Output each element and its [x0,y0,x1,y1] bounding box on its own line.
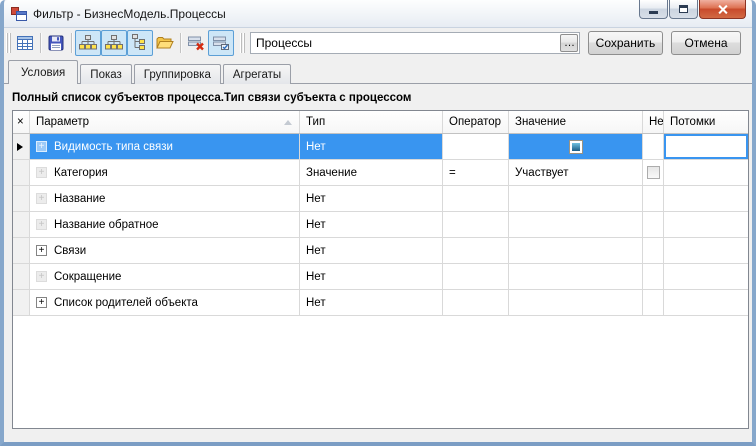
apply-filter-icon [212,34,230,52]
toolbar-separator [37,32,44,54]
current-row-indicator [13,134,30,159]
grid-view-icon [16,34,34,52]
row-indicator [13,264,30,289]
column-header-value[interactable]: Значение [509,111,643,133]
row-arrow-icon [17,143,23,151]
maximize-button[interactable] [669,0,698,19]
expand-plus-icon[interactable] [36,245,47,256]
hierarchy-flat-button[interactable] [75,30,101,56]
expand-plus-icon[interactable] [36,297,47,308]
table-row[interactable]: Сокращение Нет [13,264,748,290]
column-header-not[interactable]: Не [643,111,664,133]
not-checkbox-unchecked[interactable] [647,166,660,179]
hierarchy-tree-icon [105,34,123,52]
save-button[interactable]: Сохранить [588,31,663,55]
filter-grid: × Параметр Тип Оператор Значение Не Пото… [12,110,749,429]
open-filter-button[interactable] [153,31,177,55]
table-row[interactable]: Список родителей объекта Нет [13,290,748,316]
column-header-indicator[interactable]: × [13,111,30,133]
toolbar-separator [177,32,184,54]
client-area: Процессы … Сохранить Отмена Условия Пока… [4,28,752,442]
titlebar[interactable]: Фильтр - БизнесМодель.Процессы [4,0,752,28]
ellipsis-button[interactable]: … [560,34,578,52]
expand-icon [36,141,47,152]
toolbar: Процессы … Сохранить Отмена [4,28,752,58]
save-filter-button[interactable] [44,31,68,55]
hierarchy-tree-button[interactable] [101,30,127,56]
row-indicator [13,186,30,211]
hierarchy-vertical-button[interactable] [127,30,153,56]
value-checkbox-checked[interactable] [569,140,583,154]
row-indicator [13,212,30,237]
column-header-parameter[interactable]: Параметр [30,111,300,133]
table-row[interactable]: Название Нет [13,186,748,212]
save-icon [47,34,65,52]
column-header-descendants[interactable]: Потомки [664,111,748,133]
filter-dialog-window: Фильтр - БизнесМодель.Процессы [0,0,756,446]
expand-icon [36,219,47,230]
column-header-operator[interactable]: Оператор [443,111,509,133]
minimize-icon [649,11,658,14]
column-header-type[interactable]: Тип [300,111,443,133]
expand-icon [36,271,47,282]
clear-filter-icon [187,34,205,52]
row-indicator [13,160,30,185]
tab-aggregates[interactable]: Агрегаты [223,64,291,84]
table-row[interactable]: Связи Нет [13,238,748,264]
open-folder-icon [156,34,174,52]
tab-grouping[interactable]: Группировка [134,64,221,84]
toolbar-grip [240,33,245,53]
table-row[interactable]: Категория Значение = Участвует [13,160,748,186]
row-indicator [13,290,30,315]
expand-icon [36,193,47,204]
cancel-button[interactable]: Отмена [671,31,741,55]
filter-name-field[interactable]: Процессы … [250,32,580,54]
table-row[interactable]: Видимость типа связи Нет [13,134,748,160]
minimize-button[interactable] [639,0,668,19]
filter-name-value: Процессы [256,36,560,50]
window-controls [638,0,746,19]
close-button[interactable] [699,0,746,19]
close-icon [717,4,728,15]
app-icon [11,6,27,22]
expand-icon [36,167,47,178]
filter-caption: Полный список субъектов процесса.Тип свя… [12,92,752,104]
tab-page-conditions: Полный список субъектов процесса.Тип свя… [4,84,752,442]
tab-display[interactable]: Показ [80,64,132,84]
apply-filter-button[interactable] [208,30,234,56]
grid-header: × Параметр Тип Оператор Значение Не Пото… [13,111,748,134]
tab-strip: Условия Показ Группировка Агрегаты [4,58,752,84]
clear-filter-button[interactable] [184,31,208,55]
maximize-icon [679,5,688,13]
sort-ascending-icon [284,120,292,125]
hierarchy-flat-icon [79,34,97,52]
toolbar-separator [68,32,75,54]
toolbar-grip [6,33,11,53]
hierarchy-vertical-icon [131,34,149,52]
grid-view-button[interactable] [13,31,37,55]
tab-conditions[interactable]: Условия [8,60,78,84]
window-title: Фильтр - БизнесМодель.Процессы [33,7,226,21]
focused-cell[interactable] [664,134,748,159]
row-indicator [13,238,30,263]
table-row[interactable]: Название обратное Нет [13,212,748,238]
